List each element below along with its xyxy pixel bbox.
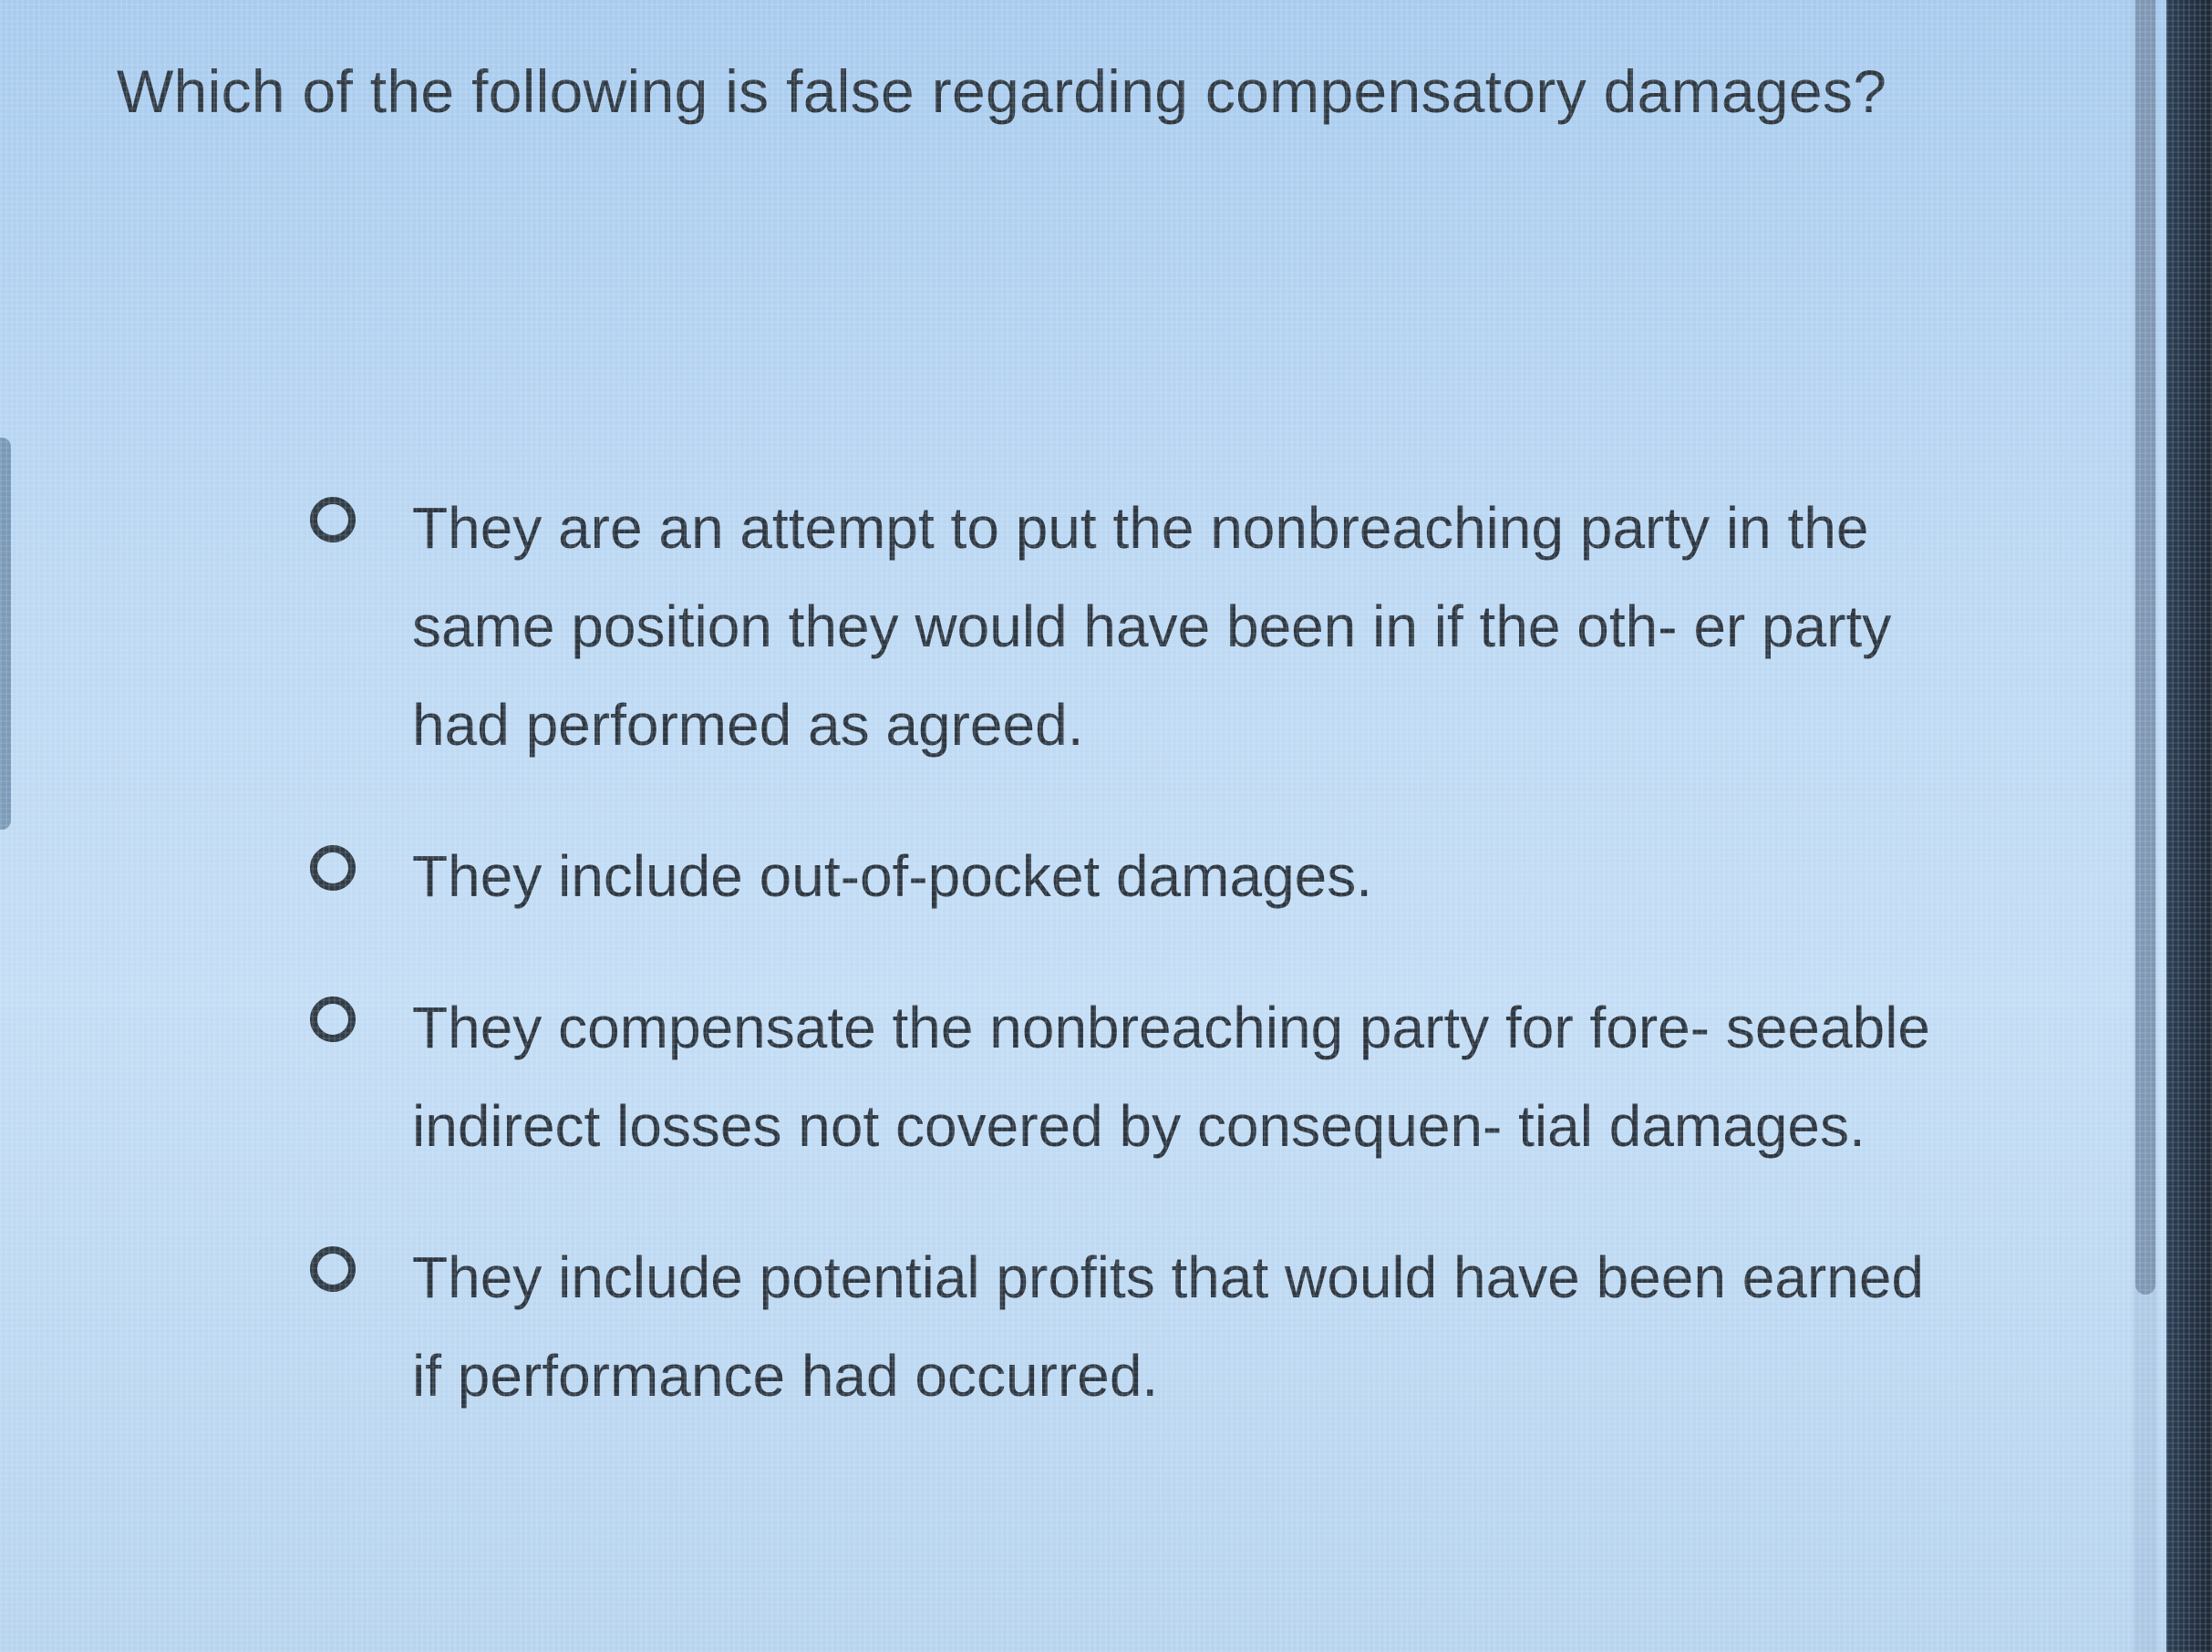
answer-option-label: They include out-of-pocket damages.: [412, 843, 1373, 909]
radio-unchecked-icon[interactable]: [310, 1246, 356, 1292]
answer-option-1[interactable]: They are an attempt to put the nonbreach…: [310, 479, 1969, 774]
answer-option-2[interactable]: They include out-of-pocket damages.: [310, 827, 1969, 925]
answer-options: They are an attempt to put the nonbreach…: [310, 479, 1969, 1478]
quiz-screen: Which of the following is false regardin…: [0, 0, 2212, 1652]
answer-option-3[interactable]: They compensate the nonbreaching party f…: [310, 978, 1969, 1175]
question-text: Which of the following is false regardin…: [117, 57, 1887, 125]
answer-option-label: They include potential profits that woul…: [412, 1244, 1924, 1409]
answer-option-label: They compensate the nonbreaching party f…: [412, 995, 1930, 1159]
screen-bezel: [2166, 0, 2212, 1652]
answer-option-4[interactable]: They include potential profits that woul…: [310, 1228, 1969, 1425]
radio-unchecked-icon[interactable]: [310, 497, 356, 542]
radio-unchecked-icon[interactable]: [310, 845, 356, 891]
radio-unchecked-icon[interactable]: [310, 996, 356, 1042]
scrollbar-thumb[interactable]: [2135, 0, 2155, 1295]
answer-option-label: They are an attempt to put the nonbreach…: [412, 495, 1892, 758]
left-edge-bezel: [0, 438, 11, 830]
